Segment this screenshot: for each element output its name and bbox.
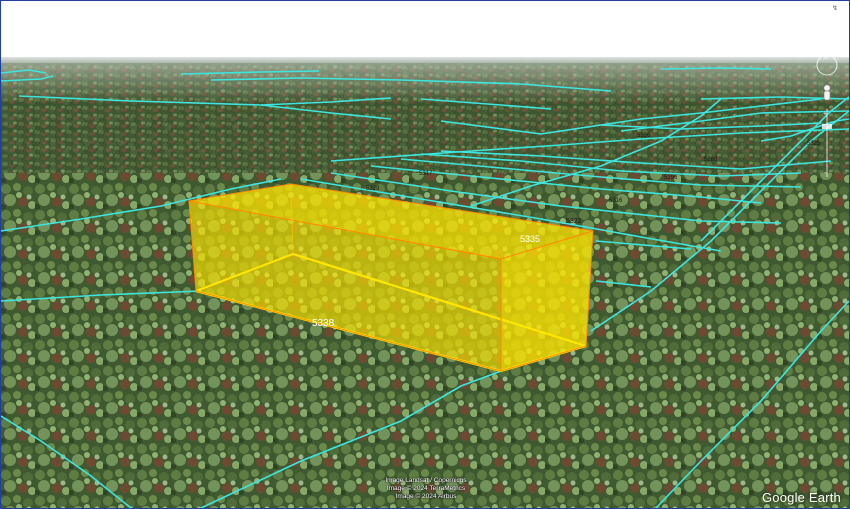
parcel-label-top: 5335 [520,234,540,244]
attribution-line: Image © 2024 Airbus [395,493,457,500]
parcel-label: 5326 [637,133,651,139]
attribution-line: Image Landsat / Copernicus [385,477,467,484]
parcel-label: 5316 [609,198,623,204]
parcel-label: 5329 [366,186,380,192]
svg-text:N: N [824,55,828,61]
parcel-label-primary: 5338 [312,318,335,329]
street-view-icon[interactable] [823,84,831,101]
parcel-label: 5296 [664,175,678,181]
parcel-label: 5325 [807,141,821,147]
atmosphere-haze [1,63,849,103]
google-earth-logo: Google Earth [761,490,841,505]
svg-text:+: + [823,111,827,118]
parcel-label: 5288 [704,157,718,163]
earth-3d-view[interactable]: 5326 5288 5325 5296 5317 5329 5316 5338 … [1,1,849,508]
parcel-label: 5317 [419,171,433,177]
parcel-label: 5322 [566,218,582,225]
attribution-line: Image © 2024 TerraMetrics [386,485,466,492]
imagery-attribution: Image Landsat / Copernicus Image © 2024 … [356,477,496,501]
map-viewer[interactable]: ↯ 5326 5288 5325 5296 5317 5329 5316 533… [0,0,850,509]
